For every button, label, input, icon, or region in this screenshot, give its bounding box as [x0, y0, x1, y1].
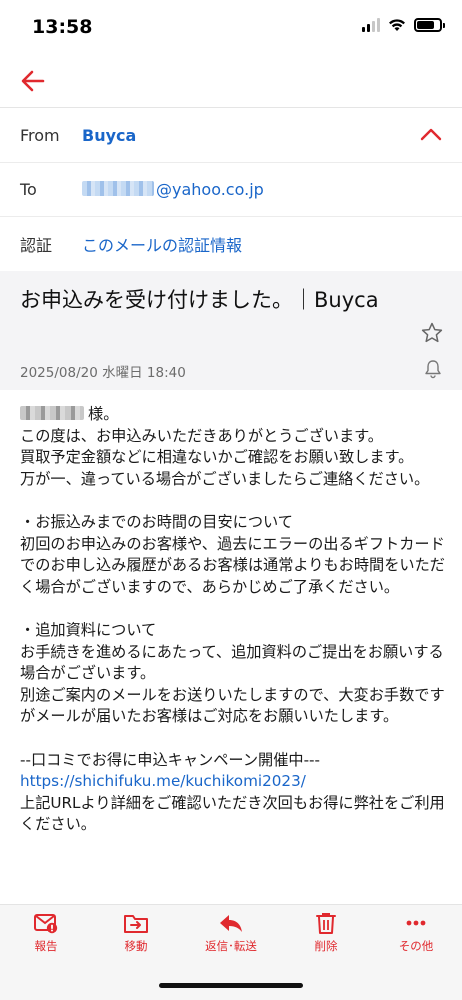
star-icon	[421, 322, 443, 343]
to-label: To	[20, 180, 37, 199]
recipient-address[interactable]: @yahoo.co.jp	[82, 180, 264, 199]
chevron-up-icon	[420, 128, 442, 141]
trash-icon	[316, 913, 336, 934]
status-bar: 13:58	[0, 0, 462, 56]
battery-level	[417, 21, 434, 29]
move-button[interactable]: 移動	[96, 911, 176, 963]
sender-name[interactable]: Buyca	[82, 126, 136, 145]
cellular-signal-icon	[362, 18, 380, 32]
reply-icon	[220, 915, 242, 932]
collapse-header-button[interactable]	[420, 126, 442, 141]
mail-subject: お申込みを受け付けました。｜Buyca	[20, 288, 379, 312]
auth-row: 認証 このメールの認証情報	[0, 217, 462, 271]
back-button[interactable]	[18, 66, 48, 96]
auth-info-link[interactable]: このメールの認証情報	[82, 232, 242, 256]
arrow-left-icon	[21, 70, 45, 92]
campaign-link[interactable]: https://shichifuku.me/kuchikomi2023/	[20, 772, 306, 790]
more-label: その他	[398, 939, 434, 953]
more-button[interactable]: その他	[376, 911, 456, 963]
navigation-bar	[0, 56, 462, 108]
delete-label: 削除	[314, 939, 338, 953]
auth-label: 認証	[20, 236, 53, 255]
report-button[interactable]: 報告	[6, 911, 86, 963]
more-dots-icon	[406, 920, 426, 926]
recipient-domain: @yahoo.co.jp	[156, 180, 264, 199]
reminder-button[interactable]	[424, 359, 442, 379]
wifi-icon	[389, 19, 405, 31]
report-label: 報告	[34, 939, 58, 953]
report-mail-icon	[34, 914, 58, 934]
redacted-recipient-name	[20, 406, 84, 420]
bell-icon	[425, 360, 441, 379]
home-indicator	[159, 983, 303, 988]
from-row: From Buyca	[0, 108, 462, 163]
move-label: 移動	[124, 939, 148, 953]
from-label: From	[20, 125, 60, 145]
body-text-main: この度は、お申込みいただきありがとうございます。 買取予定金額などに相違ないかご…	[20, 426, 445, 769]
star-button[interactable]	[420, 321, 444, 345]
redacted-username	[82, 181, 154, 196]
mail-body: 様。 この度は、お申込みいただきありがとうございます。 買取予定金額などに相違な…	[20, 404, 445, 904]
body-text-after-link: 上記URLより詳細をご確認いただき次回もお得に弊社をご利用ください。	[20, 793, 445, 834]
subject-area: お申込みを受け付けました。｜Buyca 2025/08/20 水曜日 18:40	[0, 271, 462, 390]
battery-icon	[414, 18, 445, 32]
mail-date: 2025/08/20 水曜日 18:40	[20, 365, 186, 381]
reply-forward-label: 返信･転送	[205, 939, 257, 953]
move-folder-icon	[124, 915, 148, 933]
delete-button[interactable]: 削除	[286, 911, 366, 963]
status-time: 13:58	[32, 16, 93, 38]
to-row: To @yahoo.co.jp	[0, 163, 462, 217]
status-icons	[362, 18, 445, 32]
reply-forward-button[interactable]: 返信･転送	[191, 911, 271, 963]
greeting-suffix: 様。	[88, 405, 119, 423]
